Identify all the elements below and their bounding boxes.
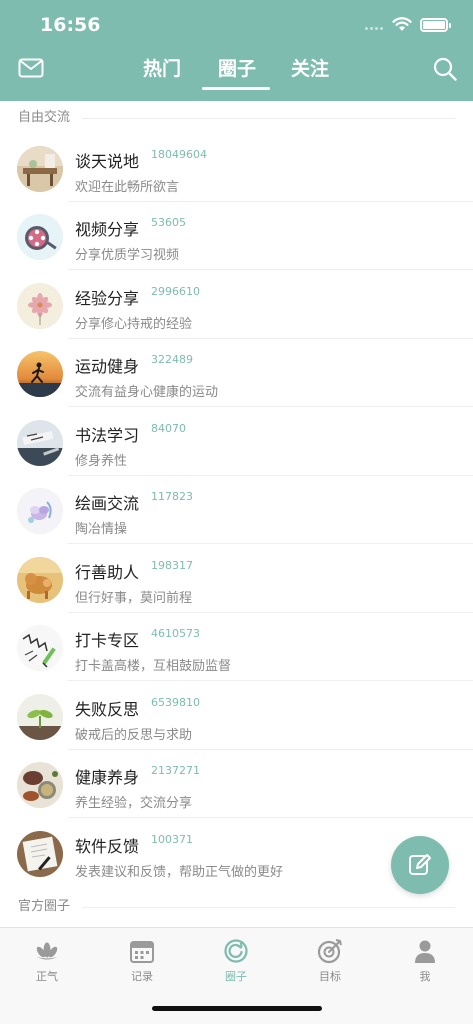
avatar [17,351,63,397]
lotus-icon [36,942,58,960]
list-item[interactable]: 经验分享 2996610 分享修心持戒的经验 [0,271,473,339]
circle-desc: 分享优质学习视频 [75,248,180,263]
list-item[interactable]: 打卡专区 4610573 打卡盖高楼，互相鼓励监督 [0,613,473,681]
divider [68,269,473,270]
wifi-icon [392,17,412,31]
battery-icon [420,18,451,32]
avatar [17,488,63,534]
list-item[interactable]: 视频分享 53605 分享优质学习视频 [0,202,473,270]
list-item[interactable]: 运动健身 322489 交流有益身心健康的运动 [0,339,473,407]
tab-circles[interactable]: 圈子 [202,54,272,84]
top-tabs: 热门 圈子 关注 [0,54,473,94]
list-item[interactable]: 绘画交流 117823 陶冶情操 [0,476,473,544]
circle-count: 6539810 [151,696,200,709]
circle-desc: 打卡盖高楼，互相鼓励监督 [75,659,232,674]
compose-button[interactable] [391,836,449,894]
target-icon [317,939,342,964]
circle-desc: 修身养性 [75,454,128,469]
status-time: 16:56 [40,14,101,36]
circle-name: 绘画交流 [75,494,140,513]
tabbar-item-me[interactable]: 我 [395,938,455,984]
circle-name: 运动健身 [75,357,140,376]
circle-desc: 破戒后的反思与求助 [75,728,193,743]
circle-count: 84070 [151,422,186,435]
top-header: 16:56 热门 圈子 关注 [0,0,473,101]
circle-name: 行善助人 [75,563,140,582]
circle-name: 软件反馈 [75,837,140,856]
divider [68,817,473,818]
circle-refresh-icon [224,939,248,963]
avatar [17,694,63,740]
circle-count: 198317 [151,559,193,572]
circle-desc: 发表建议和反馈，帮助正气做的更好 [75,865,284,880]
divider [68,543,473,544]
circle-name: 失败反思 [75,700,140,719]
tabbar-label: 圈子 [225,970,247,983]
circle-list: 自由交流 谈天说地 18049604 欢迎在此畅所欲言 视频分享 53605 分… [0,101,473,927]
list-item[interactable]: 失败反思 6539810 破戒后的反思与求助 [0,682,473,750]
avatar [17,283,63,329]
circle-name: 打卡专区 [75,631,140,650]
circle-count: 53605 [151,216,186,229]
list-item[interactable]: 谈天说地 18049604 欢迎在此畅所欲言 [0,134,473,202]
circle-desc: 养生经验，交流分享 [75,796,193,811]
divider [68,680,473,681]
circle-name: 视频分享 [75,220,140,239]
circle-desc: 交流有益身心健康的运动 [75,385,219,400]
circle-desc: 陶冶情操 [75,522,128,537]
circle-name: 健康养身 [75,768,140,787]
tabbar-label: 正气 [36,970,58,983]
avatar [17,762,63,808]
person-icon [415,940,435,963]
tabbar-item-zhengqi[interactable]: 正气 [17,938,77,984]
avatar [17,557,63,603]
home-indicator [152,1006,322,1011]
circle-count: 117823 [151,490,193,503]
tabbar-label: 我 [419,970,431,983]
tabbar-label: 记录 [131,970,153,983]
tabbar-item-goal[interactable]: 目标 [300,938,360,984]
circle-count: 100371 [151,833,193,846]
tab-hot[interactable]: 热门 [127,54,197,84]
calendar-icon [130,941,154,963]
list-item[interactable]: 行善助人 198317 但行好事，莫问前程 [0,545,473,613]
list-item[interactable]: 书法学习 84070 修身养性 [0,408,473,476]
circle-name: 书法学习 [75,426,140,445]
circle-count: 2137271 [151,764,200,777]
tabbar-item-record[interactable]: 记录 [112,938,172,984]
list-item[interactable]: 健康养身 2137271 养生经验，交流分享 [0,750,473,818]
circle-desc: 分享修心持戒的经验 [75,317,193,332]
tab-following[interactable]: 关注 [275,54,345,84]
active-tab-indicator [202,87,270,90]
circle-name: 经验分享 [75,289,140,308]
tabbar-label: 目标 [319,970,341,983]
circle-count: 2996610 [151,285,200,298]
avatar [17,214,63,260]
search-icon[interactable] [432,56,458,82]
avatar [17,420,63,466]
circle-desc: 欢迎在此畅所欲言 [75,180,180,195]
circle-count: 18049604 [151,148,207,161]
circle-desc: 但行好事，莫问前程 [75,591,193,606]
circle-name: 谈天说地 [75,152,140,171]
circle-count: 322489 [151,353,193,366]
avatar [17,625,63,671]
divider [68,406,473,407]
section-header-free: 自由交流 [0,101,473,133]
section-header-official: 官方圈子 [0,890,473,922]
tabbar-item-circles[interactable]: 圈子 [206,938,266,984]
edit-icon [409,854,431,875]
avatar [17,146,63,192]
circle-count: 4610573 [151,627,200,640]
signal-icon [365,27,387,31]
avatar [17,831,63,877]
